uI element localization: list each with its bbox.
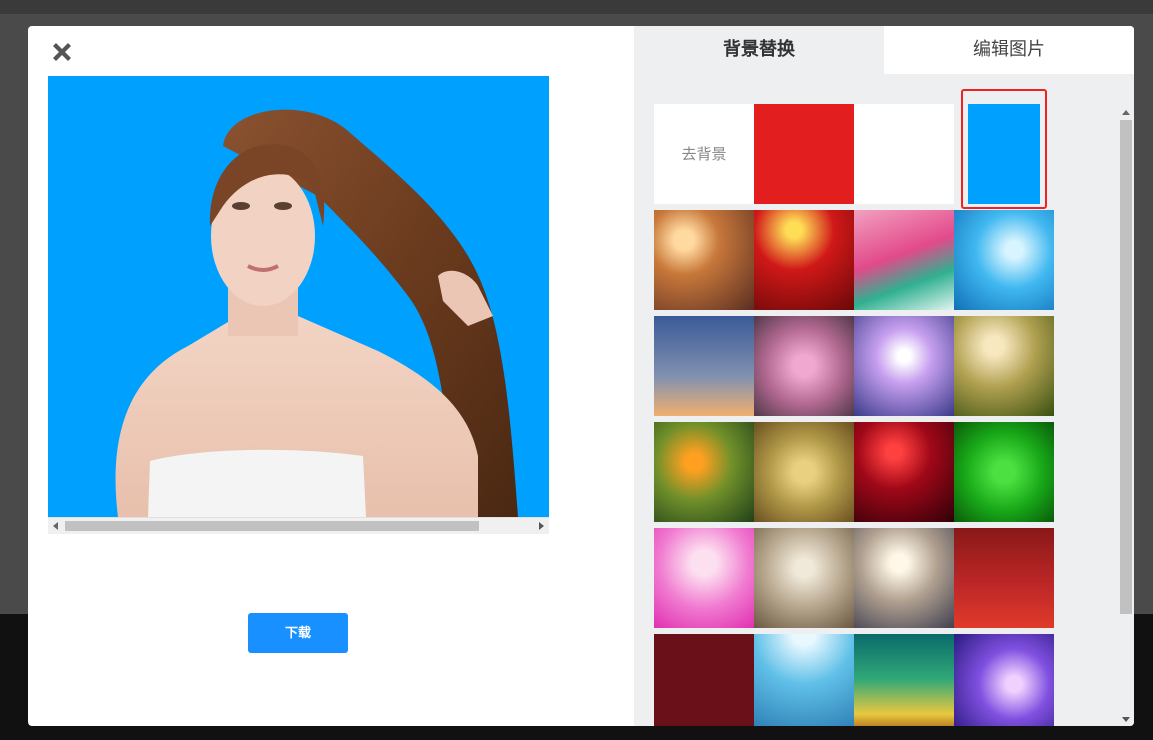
bg-violet-bokeh[interactable]	[954, 634, 1054, 726]
background-vertical-scrollbar[interactable]	[1118, 106, 1134, 726]
bg-bokeh-orange[interactable]	[654, 210, 754, 310]
tab-edit-image[interactable]: 编辑图片	[884, 26, 1134, 74]
bg-solid-white[interactable]	[854, 104, 954, 204]
bg-teal-gold[interactable]	[854, 634, 954, 726]
download-button[interactable]: 下载	[248, 613, 348, 653]
bg-pink-teal-swirl[interactable]	[854, 210, 954, 310]
bg-solid-blue[interactable]	[968, 104, 1040, 204]
bg-green-gold[interactable]	[954, 316, 1054, 416]
scroll-up-icon[interactable]	[1122, 110, 1130, 115]
remove-background-option[interactable]: 去背景	[654, 104, 754, 204]
tab-background-replace[interactable]: 背景替换	[634, 26, 884, 74]
background-replace-dialog: 下载 背景替换 编辑图片 去背景	[28, 26, 1134, 726]
bg-green-orange-bokeh[interactable]	[654, 422, 754, 522]
bg-pink-glow[interactable]	[654, 528, 754, 628]
scroll-down-icon[interactable]	[1122, 717, 1130, 722]
remove-background-label: 去背景	[681, 145, 727, 163]
close-icon[interactable]	[50, 40, 74, 64]
bg-red-rays[interactable]	[754, 210, 854, 310]
scroll-left-icon[interactable]	[53, 522, 58, 530]
scrollbar-thumb[interactable]	[65, 521, 479, 531]
bg-bubbles[interactable]	[754, 634, 854, 726]
bg-red-sparkle[interactable]	[854, 422, 954, 522]
background-panel: 背景替换 编辑图片 去背景	[634, 26, 1134, 726]
bg-blue-bokeh[interactable]	[954, 210, 1054, 310]
bg-green-glow[interactable]	[954, 422, 1054, 522]
backdrop-top	[0, 0, 1153, 14]
bg-maroon[interactable]	[654, 634, 754, 726]
scroll-right-icon[interactable]	[539, 522, 544, 530]
bg-dusk-sky[interactable]	[654, 316, 754, 416]
scrollbar-thumb[interactable]	[1120, 120, 1132, 614]
background-grid: 去背景	[654, 104, 1054, 726]
bg-gold-bokeh[interactable]	[754, 422, 854, 522]
bg-pink-blur[interactable]	[754, 316, 854, 416]
bg-solid-red[interactable]	[754, 104, 854, 204]
image-preview	[48, 76, 549, 517]
preview-horizontal-scrollbar[interactable]	[48, 517, 549, 534]
bg-grey-light[interactable]	[854, 528, 954, 628]
bg-dark-red[interactable]	[954, 528, 1054, 628]
bg-beige-blur[interactable]	[754, 528, 854, 628]
bg-purple-light[interactable]	[854, 316, 954, 416]
